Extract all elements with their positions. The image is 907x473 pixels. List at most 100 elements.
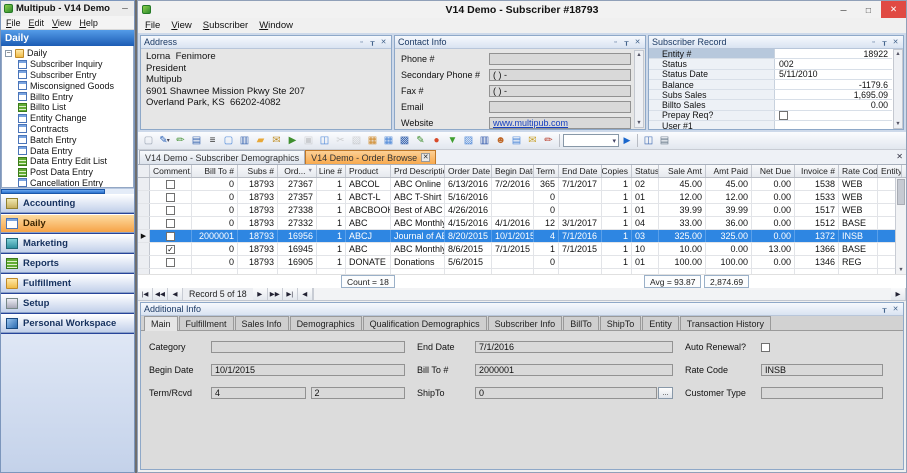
export-icon[interactable]: ▶ xyxy=(285,133,300,148)
maximize-icon[interactable]: □ xyxy=(856,1,881,18)
tab-billto[interactable]: BillTo xyxy=(563,316,599,330)
grid-hscrollbar[interactable] xyxy=(312,288,891,300)
record-row-prepay-req[interactable]: Prepay Req? xyxy=(649,110,892,122)
fax-field[interactable]: ( ) - xyxy=(489,85,631,97)
pin-icon[interactable]: ┰ xyxy=(880,305,889,313)
close-icon[interactable]: ✕ xyxy=(891,305,900,313)
preview-icon[interactable]: ◫ xyxy=(641,133,656,148)
column-header-ord[interactable]: Ord... ▼ xyxy=(278,165,317,177)
table-row[interactable]: 0 18793 27367 1 ABCOL ABC Online 6/13/2016 7/2/… xyxy=(138,178,906,191)
split-view-icon[interactable]: ◫ xyxy=(317,133,332,148)
record-row-status-date[interactable]: Status Date 5/11/2010 xyxy=(649,69,892,80)
expander-icon[interactable]: − xyxy=(5,49,12,57)
record-row-balance[interactable]: Balance -1179.6 xyxy=(649,80,892,91)
tree-root[interactable]: − Daily xyxy=(4,48,133,59)
tree-item-subscriber-entry[interactable]: Subscriber Entry xyxy=(4,70,133,81)
contact-icon[interactable]: ☻ xyxy=(493,133,508,148)
tools-icon[interactable]: ✏ xyxy=(541,133,556,148)
column-header-invoice[interactable]: Invoice # xyxy=(795,165,839,177)
tab-fulfillment[interactable]: Fulfillment xyxy=(178,316,234,330)
pin-icon[interactable]: ┰ xyxy=(622,38,631,46)
tab-v14-demo-subscriber-demographics[interactable]: V14 Demo - Subscriber Demographics xyxy=(139,150,306,164)
record-row-entity[interactable]: Entity # 18922 xyxy=(649,49,892,60)
print-icon[interactable]: ▤ xyxy=(657,133,672,148)
tree-item-entity-change[interactable]: Entity Change xyxy=(4,113,133,124)
tab-main[interactable]: Main xyxy=(144,316,178,331)
pin-icon[interactable]: ┰ xyxy=(368,38,377,46)
tab-v14-demo-order-browse[interactable]: V14 Demo - Order Browse ✕ xyxy=(305,150,437,164)
tree-item-misconsigned-goods[interactable]: Misconsigned Goods xyxy=(4,80,133,91)
rcvd-field[interactable]: 2 xyxy=(310,387,405,399)
menu-view[interactable]: View xyxy=(52,18,71,28)
prepay-checkbox[interactable] xyxy=(779,110,788,120)
close-icon[interactable]: ✕ xyxy=(379,38,388,46)
scrollbar-thumb[interactable] xyxy=(1,188,105,194)
table-row[interactable]: 0 18793 27332 1 ABC ABC Monthly 4/15/2016 4/1/2… xyxy=(138,217,906,230)
go-button[interactable]: ▶ xyxy=(620,134,634,148)
begin-date-field[interactable]: 10/1/2015 xyxy=(211,364,405,376)
pin-icon[interactable]: ┰ xyxy=(880,38,889,46)
accordion-daily[interactable]: Daily xyxy=(1,213,134,233)
minimize-icon[interactable]: ─ xyxy=(831,1,856,18)
column-header-amt-paid[interactable]: Amt Paid xyxy=(706,165,752,177)
grid-vscrollbar[interactable]: ▼ xyxy=(895,178,906,274)
column-header-begin-date[interactable]: Begin Date xyxy=(492,165,534,177)
close-icon[interactable]: ✕ xyxy=(633,38,642,46)
accordion-reports[interactable]: Reports xyxy=(1,253,134,273)
tree-item-cancellation-entry[interactable]: Cancellation Entry xyxy=(4,178,133,187)
column-header-net-due[interactable]: Net Due xyxy=(752,165,795,177)
accordion-accounting[interactable]: Accounting xyxy=(1,193,134,213)
column-header-line[interactable]: Line # xyxy=(317,165,346,177)
tree-item-data-entry[interactable]: Data Entry xyxy=(4,145,133,156)
phone-field[interactable] xyxy=(489,53,631,65)
menu-window[interactable]: Window xyxy=(259,20,293,31)
minimize-icon[interactable]: ─ xyxy=(119,4,131,13)
column-header-bill-to[interactable]: Bill To # xyxy=(192,165,238,177)
orders-icon[interactable]: ▦ xyxy=(365,133,380,148)
comment-checkbox[interactable] xyxy=(166,231,175,241)
alert-icon[interactable]: ● xyxy=(429,133,444,148)
column-header-comment[interactable]: Comment... xyxy=(150,165,192,177)
record-row-billto-sales[interactable]: Billto Sales 0.00 xyxy=(649,100,892,111)
tab-shipto[interactable]: ShipTo xyxy=(599,316,642,330)
menu-edit[interactable]: Edit xyxy=(29,18,45,28)
layout-icon[interactable]: ▤ xyxy=(509,133,524,148)
tree-item-billto-list[interactable]: Billto List xyxy=(4,102,133,113)
scroll-right-button[interactable]: ▶ xyxy=(891,288,906,300)
comment-checkbox[interactable] xyxy=(166,257,175,267)
edit-record-icon[interactable]: ✏ xyxy=(173,133,188,148)
close-icon[interactable]: ✕ xyxy=(891,38,900,46)
comment-checkbox[interactable]: ✓ xyxy=(166,244,175,254)
accordion-personal-workspace[interactable]: Personal Workspace xyxy=(1,313,134,333)
comment-checkbox[interactable] xyxy=(166,192,175,202)
secondary-phone-field[interactable]: ( ) - xyxy=(489,69,631,81)
import-icon[interactable]: ▼ xyxy=(445,133,460,148)
record-row-user-1[interactable]: User #1 xyxy=(649,121,892,129)
column-header-subs[interactable]: Subs # xyxy=(238,165,278,177)
bill-to-field[interactable]: 2000001 xyxy=(475,364,673,376)
table-row[interactable]: ✓ 0 18793 16945 1 ABC ABC Monthly 8/6/2015 7/1/2… xyxy=(138,243,906,256)
send-mail-icon[interactable]: ✉ xyxy=(269,133,284,148)
tree-item-data-entry-edit-list[interactable]: Data Entry Edit List xyxy=(4,156,133,167)
table-row[interactable]: ▶200000118793169561ABCJJournal of ABC8/2… xyxy=(138,230,906,243)
menu-help[interactable]: Help xyxy=(79,18,98,28)
browse-button[interactable]: ... xyxy=(658,387,673,399)
column-header-end-date[interactable]: End Date xyxy=(559,165,602,177)
accordion-setup[interactable]: Setup xyxy=(1,293,134,313)
scroll-down-icon[interactable]: ▼ xyxy=(898,267,903,274)
tab-sales-info[interactable]: Sales Info xyxy=(234,316,289,330)
form-edit-icon[interactable]: ✎ xyxy=(413,133,428,148)
tree-item-subscriber-inquiry[interactable]: Subscriber Inquiry xyxy=(4,59,133,70)
contact-scrollbar[interactable]: ▲ ▼ xyxy=(634,50,644,128)
blank-page-icon[interactable]: ▢ xyxy=(141,133,156,148)
subscriber-scrollbar[interactable]: ▲ ▼ xyxy=(893,49,903,129)
tree-item-billto-entry[interactable]: Billto Entry xyxy=(4,91,133,102)
scrollbar-thumb[interactable] xyxy=(897,179,905,205)
menu-subscriber[interactable]: Subscriber xyxy=(203,20,248,31)
tab-transaction-history[interactable]: Transaction History xyxy=(679,316,771,330)
chevron-down-icon[interactable]: ▾ xyxy=(167,137,170,144)
table-row[interactable]: 018793273571ABCT-LABC T-Shirt Siz...5/16… xyxy=(138,191,906,204)
comment-checkbox[interactable] xyxy=(166,205,175,215)
last-record-button[interactable]: ▶| xyxy=(282,288,298,300)
prev-record-button[interactable]: ◀ xyxy=(168,288,183,300)
